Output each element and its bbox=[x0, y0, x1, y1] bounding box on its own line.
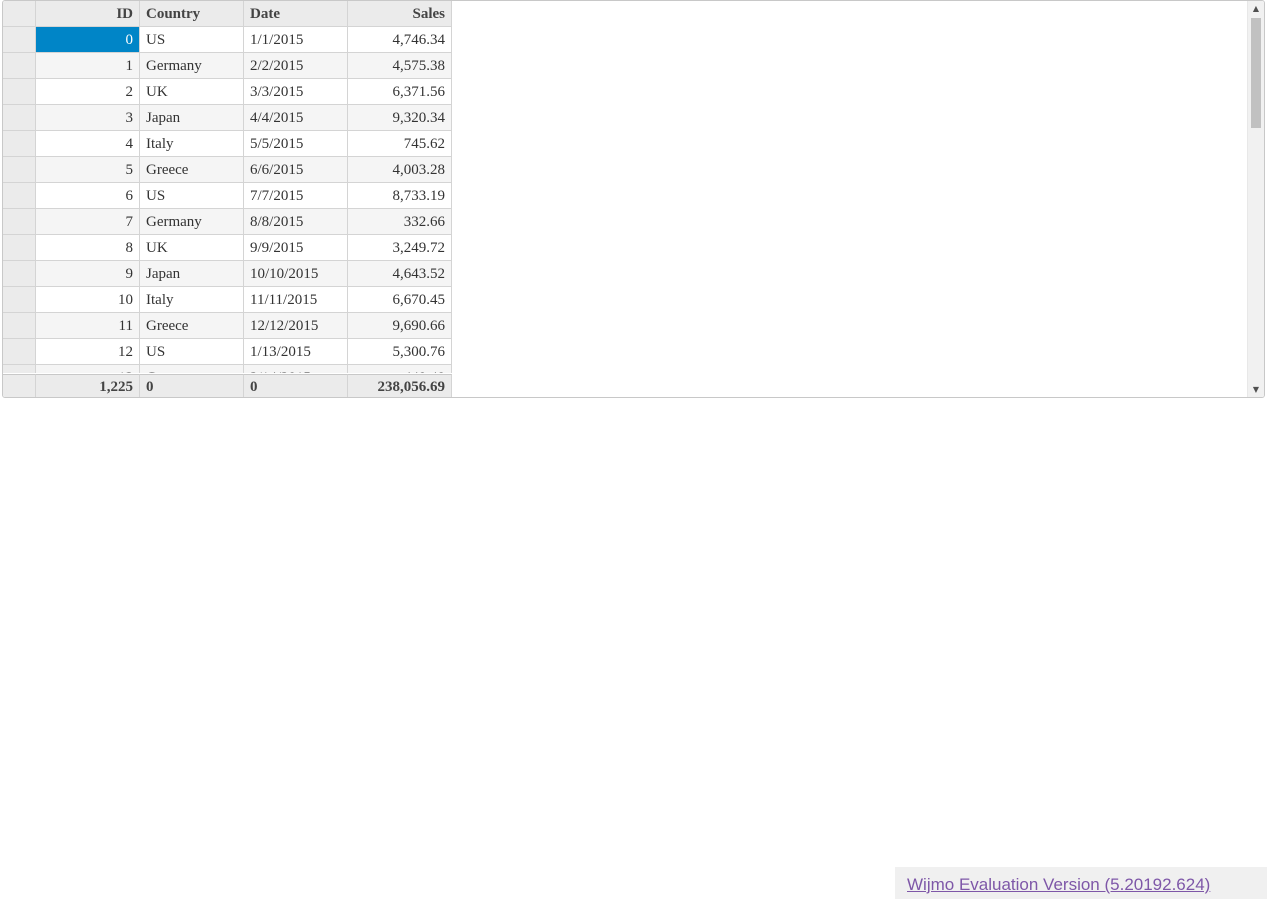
cell-country[interactable]: US bbox=[140, 183, 244, 209]
footer-row-header bbox=[3, 374, 36, 397]
cell-date[interactable]: 4/4/2015 bbox=[244, 105, 348, 131]
cell-date[interactable]: 10/10/2015 bbox=[244, 261, 348, 287]
cell-sales[interactable]: 8,733.19 bbox=[348, 183, 452, 209]
cell-date[interactable]: 8/8/2015 bbox=[244, 209, 348, 235]
cell-sales[interactable]: 4,746.34 bbox=[348, 27, 452, 53]
cell-id[interactable]: 1 bbox=[36, 53, 140, 79]
cell-id[interactable]: 12 bbox=[36, 339, 140, 365]
cell-id[interactable]: 10 bbox=[36, 287, 140, 313]
column-header-id[interactable]: ID bbox=[36, 1, 140, 27]
cell-date[interactable]: 11/11/2015 bbox=[244, 287, 348, 313]
cell-country[interactable]: Greece bbox=[140, 157, 244, 183]
flex-grid[interactable]: ID Country Date Sales 0 US 1/1/2015 4,746.34 1 Ge… bbox=[2, 0, 1265, 398]
cell-country[interactable]: US bbox=[140, 339, 244, 365]
row-header[interactable] bbox=[3, 53, 36, 79]
cell-date[interactable]: 9/9/2015 bbox=[244, 235, 348, 261]
cell-id[interactable]: 8 bbox=[36, 235, 140, 261]
cell-id[interactable]: 5 bbox=[36, 157, 140, 183]
row-header[interactable] bbox=[3, 261, 36, 287]
cell-id[interactable]: 4 bbox=[36, 131, 140, 157]
vertical-scrollbar[interactable]: ▲ ▼ bbox=[1247, 1, 1264, 397]
row-header[interactable] bbox=[3, 183, 36, 209]
cell-sales[interactable]: 6,371.56 bbox=[348, 79, 452, 105]
row-header[interactable] bbox=[3, 209, 36, 235]
cell-id[interactable]: 13 bbox=[36, 365, 140, 373]
cell-date[interactable]: 1/1/2015 bbox=[244, 27, 348, 53]
evaluation-watermark: Wijmo Evaluation Version (5.20192.624) bbox=[895, 867, 1267, 899]
scroll-thumb[interactable] bbox=[1251, 18, 1261, 128]
footer-cell-country: 0 bbox=[140, 374, 244, 397]
cell-id[interactable]: 11 bbox=[36, 313, 140, 339]
cell-country[interactable]: US bbox=[140, 27, 244, 53]
cell-date[interactable]: 2/14/2015 bbox=[244, 365, 348, 373]
row-header[interactable] bbox=[3, 235, 36, 261]
column-header-date[interactable]: Date bbox=[244, 1, 348, 27]
row-header[interactable] bbox=[3, 313, 36, 339]
cell-sales[interactable]: 4,575.38 bbox=[348, 53, 452, 79]
cell-sales[interactable]: 4,003.28 bbox=[348, 157, 452, 183]
cell-id[interactable]: 9 bbox=[36, 261, 140, 287]
cell-date[interactable]: 3/3/2015 bbox=[244, 79, 348, 105]
cell-country[interactable]: Italy bbox=[140, 131, 244, 157]
cell-country[interactable]: Japan bbox=[140, 261, 244, 287]
cell-id[interactable]: 3 bbox=[36, 105, 140, 131]
cell-country[interactable]: Italy bbox=[140, 287, 244, 313]
row-header[interactable] bbox=[3, 339, 36, 365]
row-header[interactable] bbox=[3, 365, 36, 373]
cell-country[interactable]: Germany bbox=[140, 365, 244, 373]
cell-sales[interactable]: 745.62 bbox=[348, 131, 452, 157]
row-header[interactable] bbox=[3, 105, 36, 131]
footer-cell-sales: 238,056.69 bbox=[348, 374, 452, 397]
cell-sales[interactable]: 332.66 bbox=[348, 209, 452, 235]
cell-date[interactable]: 7/7/2015 bbox=[244, 183, 348, 209]
evaluation-version-link[interactable]: Wijmo Evaluation Version (5.20192.624) bbox=[907, 875, 1210, 894]
cell-id[interactable]: 0 bbox=[36, 27, 140, 53]
cell-date[interactable]: 2/2/2015 bbox=[244, 53, 348, 79]
column-header-country[interactable]: Country bbox=[140, 1, 244, 27]
cell-sales[interactable]: 5,300.76 bbox=[348, 339, 452, 365]
cell-id[interactable]: 7 bbox=[36, 209, 140, 235]
cell-date[interactable]: 12/12/2015 bbox=[244, 313, 348, 339]
cell-country[interactable]: Germany bbox=[140, 209, 244, 235]
cell-country[interactable]: Germany bbox=[140, 53, 244, 79]
row-header[interactable] bbox=[3, 27, 36, 53]
row-header[interactable] bbox=[3, 79, 36, 105]
cell-sales[interactable]: 6,670.45 bbox=[348, 287, 452, 313]
grid-viewport: ID Country Date Sales 0 US 1/1/2015 4,746.34 1 Ge… bbox=[3, 1, 1250, 373]
scroll-up-arrow-icon[interactable]: ▲ bbox=[1248, 1, 1264, 17]
grid-corner-cell bbox=[3, 1, 36, 27]
cell-country[interactable]: Japan bbox=[140, 105, 244, 131]
cell-id[interactable]: 2 bbox=[36, 79, 140, 105]
row-header[interactable] bbox=[3, 131, 36, 157]
row-header[interactable] bbox=[3, 157, 36, 183]
cell-date[interactable]: 5/5/2015 bbox=[244, 131, 348, 157]
cell-sales[interactable]: 9,690.66 bbox=[348, 313, 452, 339]
cell-sales[interactable]: 3,249.72 bbox=[348, 235, 452, 261]
cell-country[interactable]: UK bbox=[140, 79, 244, 105]
cell-date[interactable]: 6/6/2015 bbox=[244, 157, 348, 183]
cell-sales[interactable]: 9,320.34 bbox=[348, 105, 452, 131]
column-header-sales[interactable]: Sales bbox=[348, 1, 452, 27]
footer-cell-date: 0 bbox=[244, 374, 348, 397]
cell-id[interactable]: 6 bbox=[36, 183, 140, 209]
cell-country[interactable]: Greece bbox=[140, 313, 244, 339]
cell-country[interactable]: UK bbox=[140, 235, 244, 261]
scroll-down-arrow-icon[interactable]: ▼ bbox=[1248, 382, 1264, 397]
footer-cell-id: 1,225 bbox=[36, 374, 140, 397]
cell-sales[interactable]: 4,643.52 bbox=[348, 261, 452, 287]
cell-date[interactable]: 1/13/2015 bbox=[244, 339, 348, 365]
cell-sales[interactable]: 449.49 bbox=[348, 365, 452, 373]
row-header[interactable] bbox=[3, 287, 36, 313]
